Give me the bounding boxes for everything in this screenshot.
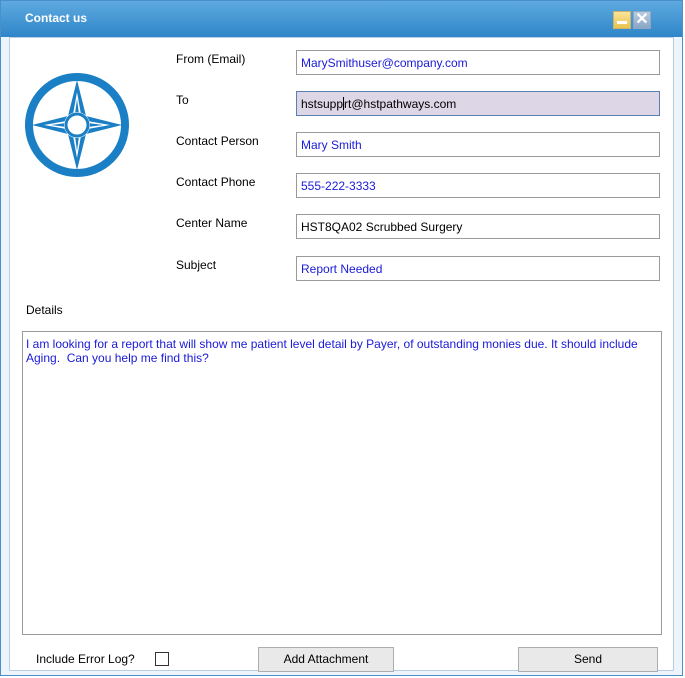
center-name-field[interactable]: HST8QA02 Scrubbed Surgery: [296, 214, 660, 239]
compass-logo-icon: [25, 73, 129, 177]
from-email-label: From (Email): [176, 52, 246, 66]
to-field-text-start: hstsupp: [301, 97, 344, 111]
subject-label: Subject: [176, 258, 217, 272]
to-label: To: [176, 93, 189, 107]
include-error-log-checkbox[interactable]: [155, 652, 169, 666]
title-bar[interactable]: Contact us ✕: [1, 1, 682, 37]
dialog-body: From (Email) MarySmithuser@company.com T…: [9, 37, 674, 672]
contact-person-label: Contact Person: [176, 134, 259, 148]
contact-person-field[interactable]: Mary Smith: [296, 132, 660, 157]
minimize-icon[interactable]: [613, 11, 631, 29]
add-attachment-button[interactable]: Add Attachment: [258, 647, 394, 672]
contact-phone-field[interactable]: 555-222-3333: [296, 173, 660, 198]
to-field-text-end: rt@hstpathways.com: [344, 97, 457, 111]
include-error-log-label: Include Error Log?: [36, 652, 135, 666]
to-field[interactable]: hstsupprt@hstpathways.com: [296, 91, 660, 116]
details-textarea[interactable]: I am looking for a report that will show…: [22, 331, 662, 635]
window-title: Contact us: [25, 11, 88, 25]
contact-phone-label: Contact Phone: [176, 175, 256, 189]
send-button[interactable]: Send: [518, 647, 658, 672]
contact-us-window: Contact us ✕ From (Email) MarySmithuser@…: [0, 0, 683, 676]
center-name-label: Center Name: [176, 216, 248, 230]
details-label: Details: [26, 303, 63, 317]
from-email-field[interactable]: MarySmithuser@company.com: [296, 50, 660, 75]
close-icon[interactable]: ✕: [633, 11, 651, 29]
subject-field[interactable]: Report Needed: [296, 256, 660, 281]
